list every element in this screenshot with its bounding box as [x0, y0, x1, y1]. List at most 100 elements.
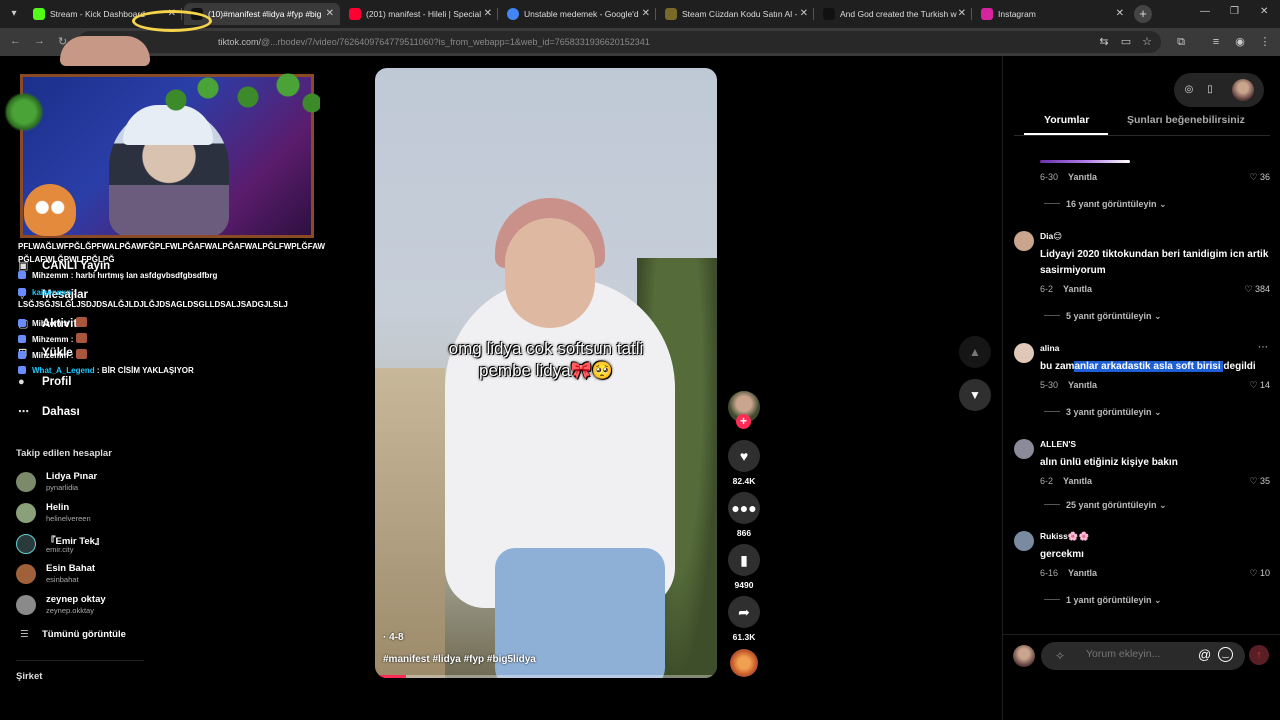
view-replies-button[interactable]: 25 yanıt görüntüleyin ⌄	[1044, 500, 1167, 511]
tab-comments[interactable]: Yorumlar	[1044, 114, 1089, 126]
followed-account[interactable]: Lidya Pınar pynarlidia	[16, 470, 146, 496]
more-options-icon[interactable]: ⋯	[1258, 342, 1268, 353]
bookmark-star-icon[interactable]: ☆	[1140, 35, 1154, 49]
sidebar-item-more[interactable]: ⋯ Dahası	[18, 405, 80, 423]
tab-google[interactable]: Unstable medemek - Google'd ✕	[500, 3, 656, 25]
reply-button[interactable]: Yanıtla	[1068, 380, 1097, 390]
chat-message: LSĞJSĞJSLĞLJSDJDSALĞJLDJLĞJDSAGLDSGLLDSA…	[18, 300, 288, 309]
sticker-icon[interactable]: ✧	[1052, 648, 1068, 664]
comment-like-button[interactable]: ♡ 10	[1249, 568, 1270, 579]
mention-icon[interactable]: @	[1198, 647, 1211, 662]
close-icon[interactable]: ✕	[1116, 3, 1124, 25]
heart-outline-icon: ♡	[1244, 284, 1253, 294]
view-replies-button[interactable]: 3 yanıt görüntüleyin ⌄	[1044, 407, 1162, 418]
view-replies-button[interactable]: 16 yanıt görüntüleyin ⌄	[1044, 199, 1167, 210]
media-icon[interactable]: ≡	[1209, 35, 1223, 49]
comment-like-button[interactable]: ♡ 14	[1249, 380, 1270, 391]
chevron-down-icon: ⌄	[1154, 407, 1162, 417]
emote-icon	[75, 333, 87, 343]
video-hashtags[interactable]: #manifest #lidya #fyp #big5lidya	[383, 654, 536, 665]
comment-bubble-icon: ●●●	[731, 500, 757, 516]
forward-icon[interactable]: →	[34, 35, 45, 47]
avatar	[16, 564, 36, 584]
chat-message: Mihzemm : harbi hırtmış lan asfdgvbsdfgb…	[18, 271, 217, 280]
comment-button[interactable]: ●●●	[728, 492, 760, 524]
compass-icon[interactable]: ◎	[1183, 84, 1195, 96]
close-icon[interactable]: ✕	[642, 3, 650, 25]
address-bar[interactable]: tiktok.com/@...rbodev/7/video/7626409764…	[78, 31, 1161, 53]
tab-instagram[interactable]: Instagram ✕	[974, 3, 1130, 25]
minimize-icon[interactable]: —	[1200, 6, 1210, 17]
comment-input[interactable]	[1086, 648, 1186, 660]
avatar[interactable]	[1232, 79, 1254, 101]
close-icon[interactable]: ✕	[800, 3, 808, 25]
badge-icon	[18, 319, 26, 327]
avatar	[16, 503, 36, 523]
followed-account[interactable]: Esin Bahat esinbahat	[16, 562, 146, 588]
followed-account[interactable]: 『Emir Tek』 emir.city	[16, 532, 146, 558]
send-button[interactable]: ↑	[1249, 645, 1269, 665]
tab-steam[interactable]: Steam Cüzdan Kodu Satın Al - ✕	[658, 3, 814, 25]
tab-title: (10)#manifest #lidya #fyp #big	[208, 9, 322, 19]
avatar[interactable]	[1014, 343, 1034, 363]
google-favicon-icon	[507, 8, 519, 20]
like-button[interactable]: ♥	[728, 440, 760, 472]
followed-account[interactable]: Helin helinelvereen	[16, 501, 146, 527]
video-progress-bar[interactable]	[379, 675, 713, 678]
close-icon[interactable]: ✕	[484, 3, 492, 25]
chevron-up-icon: ▲	[969, 345, 981, 359]
followed-account[interactable]: zeynep oktay zeynep.okktay	[16, 593, 146, 619]
cast-icon[interactable]: ▭	[1119, 35, 1133, 49]
comment-like-button[interactable]: ♡ 384	[1244, 284, 1270, 295]
video-player[interactable]: omg lidya cok softsun tatli pembe lidya🎀…	[375, 68, 717, 678]
progress-fill	[379, 675, 406, 678]
tab-youtube[interactable]: (201) manifest - Hileli | Special ✕	[342, 3, 498, 25]
tab-tiktok-2[interactable]: And God created the Turkish w ✕	[816, 3, 972, 25]
avatar[interactable]	[1014, 439, 1034, 459]
profile-icon[interactable]: ◉	[1233, 35, 1247, 49]
following-header: Takip edilen hesaplar	[16, 448, 112, 459]
emoji-icon[interactable]: ‿	[1218, 647, 1233, 662]
menu-icon[interactable]: ⋮	[1258, 35, 1272, 49]
tab-search-icon[interactable]: ▾	[4, 4, 24, 24]
comment-like-button[interactable]: ♡ 36	[1249, 172, 1270, 183]
avatar[interactable]	[1014, 231, 1034, 251]
view-replies-button[interactable]: 1 yanıt görüntüleyin ⌄	[1044, 595, 1162, 606]
badge-icon	[18, 288, 26, 296]
see-all-following-link[interactable]: ☰ Tümünü görüntüle	[20, 629, 126, 640]
extensions-icon[interactable]: ⧉	[1174, 35, 1188, 49]
next-video-button[interactable]: ▼	[959, 379, 991, 411]
new-tab-button[interactable]: +	[1134, 5, 1152, 23]
reply-button[interactable]: Yanıtla	[1063, 476, 1092, 486]
music-disc-icon[interactable]	[730, 649, 758, 677]
tab-active-indicator	[1024, 133, 1108, 135]
close-icon[interactable]: ✕	[326, 3, 334, 25]
avatar[interactable]	[1014, 531, 1034, 551]
reply-button[interactable]: Yanıtla	[1068, 568, 1097, 578]
mobile-icon[interactable]: ▯	[1204, 84, 1216, 96]
comment-meta: 6-16 Yanıtla	[1040, 568, 1098, 578]
reply-button[interactable]: Yanıtla	[1068, 172, 1097, 182]
translate-icon[interactable]: ⇆	[1097, 35, 1111, 49]
save-button[interactable]: ▮	[728, 544, 760, 576]
heart-outline-icon: ♡	[1249, 476, 1258, 486]
badge-icon	[18, 335, 26, 343]
emote-icon	[75, 349, 87, 359]
company-section[interactable]: Şirket	[16, 671, 42, 682]
avatar	[1013, 645, 1035, 667]
follow-plus-icon[interactable]: +	[736, 414, 751, 429]
restore-icon[interactable]: ❐	[1230, 6, 1239, 17]
comment-like-button[interactable]: ♡ 35	[1249, 476, 1270, 487]
back-icon[interactable]: ←	[10, 35, 21, 47]
close-icon[interactable]: ✕	[958, 3, 966, 25]
reply-button[interactable]: Yanıtla	[1063, 284, 1092, 294]
previous-video-button[interactable]: ▲	[959, 336, 991, 368]
share-button[interactable]: ➦	[728, 596, 760, 628]
window-close-icon[interactable]: ✕	[1260, 6, 1268, 17]
more-icon: ⋯	[18, 406, 29, 418]
tiktok-favicon-icon	[823, 8, 835, 20]
view-replies-button[interactable]: 5 yanıt görüntüleyin ⌄	[1044, 311, 1162, 322]
sidebar-item-profile[interactable]: ● Profil	[18, 376, 71, 394]
heart-outline-icon: ♡	[1249, 172, 1258, 182]
tab-suggested[interactable]: Şunları beğenebilirsiniz	[1127, 114, 1245, 126]
